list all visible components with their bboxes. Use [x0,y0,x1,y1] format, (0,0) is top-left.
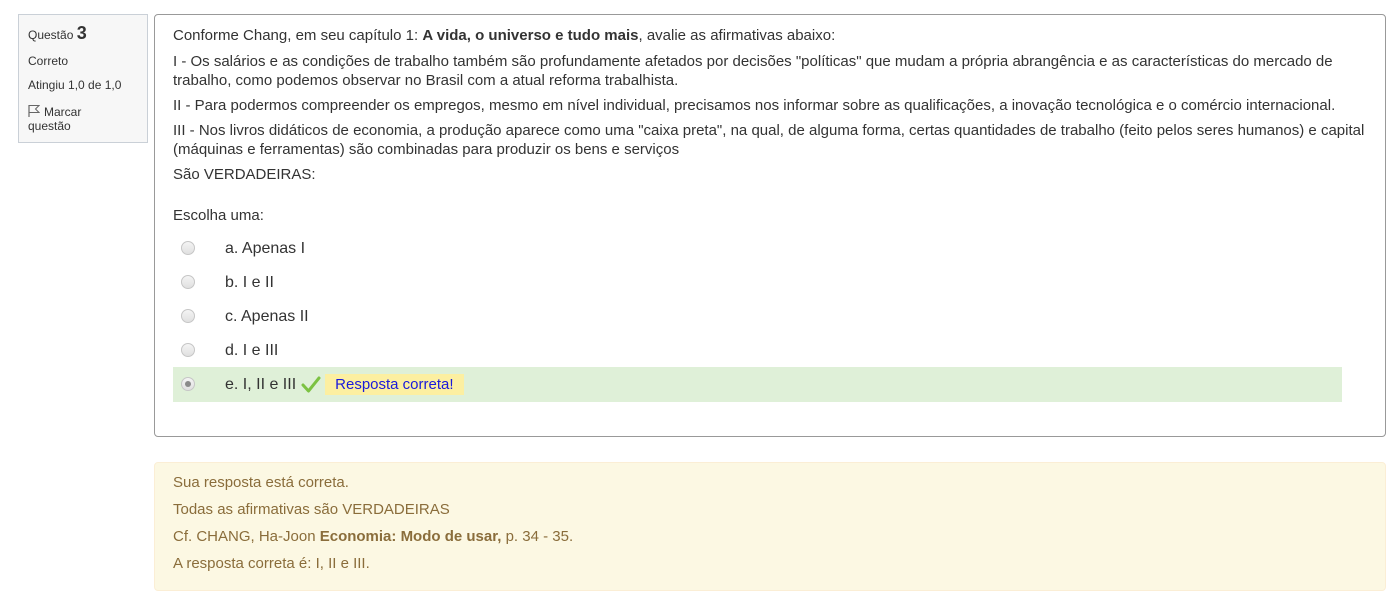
flag-label: Marcar [44,105,82,119]
answer-options: a. Apenas I b. I e II c. Apenas II d. I … [173,231,1342,402]
option-a-label: a. Apenas I [225,239,306,257]
feedback-line-3: Cf. CHANG, Ha-Joon Economia: Modo de usa… [173,527,1367,546]
option-c[interactable]: c. Apenas II [173,299,1342,333]
option-e-radio[interactable] [181,377,195,391]
question-text: São VERDADEIRAS: [173,166,316,183]
check-icon [301,376,321,393]
question-label: Questão [28,28,74,42]
correct-feedback: Resposta correta! [325,374,464,395]
option-b[interactable]: b. I e II [173,265,1342,299]
feedback-line-1: Sua resposta está correta. [173,474,349,491]
statement-1: I - Os salários e as condições de trabal… [173,53,1333,89]
option-a-radio[interactable] [181,241,195,255]
statement-3: III - Nos livros didáticos de economia, … [173,122,1365,158]
question-formulation: Conforme Chang, em seu capítulo 1: A vid… [154,14,1386,437]
answer-prompt: Escolha uma: [173,207,264,224]
question-info-panel: Questão 3 Correto Atingiu 1,0 de 1,0 Mar… [18,14,148,143]
feedback-line-3-suffix: p. 34 - 35. [501,528,574,545]
question-number: Questão 3 [28,23,138,44]
flag-question-link[interactable]: Marcar questão [28,102,138,133]
intro-prefix: Conforme Chang, em seu capítulo 1: [173,27,423,44]
option-e[interactable]: e. I, II e III Resposta correta! [173,367,1342,402]
flag-label-2: questão [28,119,71,133]
feedback-line-3-bold: Economia: Modo de usar, [319,528,502,545]
option-b-label: b. I e II [225,273,274,291]
flag-icon [28,105,41,117]
option-c-label: c. Apenas II [225,307,309,325]
question-grade: Atingiu 1,0 de 1,0 [28,78,122,92]
feedback-line-2: Todas as afirmativas são VERDADEIRAS [173,501,450,518]
intro-bold: A vida, o universo e tudo mais [422,27,639,44]
option-d[interactable]: d. I e III [173,333,1342,367]
general-feedback: Sua resposta está correta. Todas as afir… [154,462,1386,591]
statement-2: II - Para podermos compreender os empreg… [173,97,1336,114]
option-d-label: d. I e III [225,341,279,359]
option-d-radio[interactable] [181,343,195,357]
intro-suffix: , avalie as afirmativas abaixo: [638,27,836,44]
option-e-label: e. I, II e III [225,376,297,393]
option-a[interactable]: a. Apenas I [173,231,1342,265]
option-e-label-wrap: e. I, II e III Resposta correta! [225,374,464,395]
question-state: Correto [28,54,69,68]
correct-answer: A resposta correta é: I, II e III. [173,555,370,572]
option-c-radio[interactable] [181,309,195,323]
question-number-value: 3 [76,23,87,43]
option-b-radio[interactable] [181,275,195,289]
feedback-line-3-prefix: Cf. CHANG, Ha-Joon [173,528,320,545]
question-intro: Conforme Chang, em seu capítulo 1: A vid… [173,26,1367,45]
